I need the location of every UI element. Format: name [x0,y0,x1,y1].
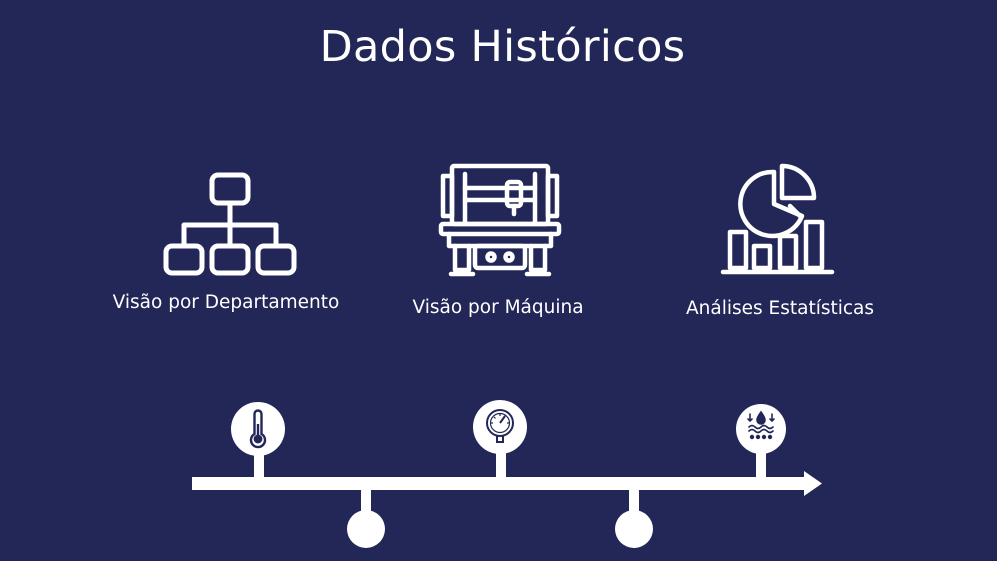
timeline-axis [192,477,804,490]
timeline-node[interactable] [615,510,653,548]
timeline [192,400,822,548]
timeline-marker-pressure[interactable] [473,400,527,454]
timeline-arrowhead [804,471,822,496]
timeline-node[interactable] [347,510,385,548]
timeline-marker-temperature[interactable] [231,402,285,456]
timeline-marker-water-level[interactable] [736,404,786,454]
